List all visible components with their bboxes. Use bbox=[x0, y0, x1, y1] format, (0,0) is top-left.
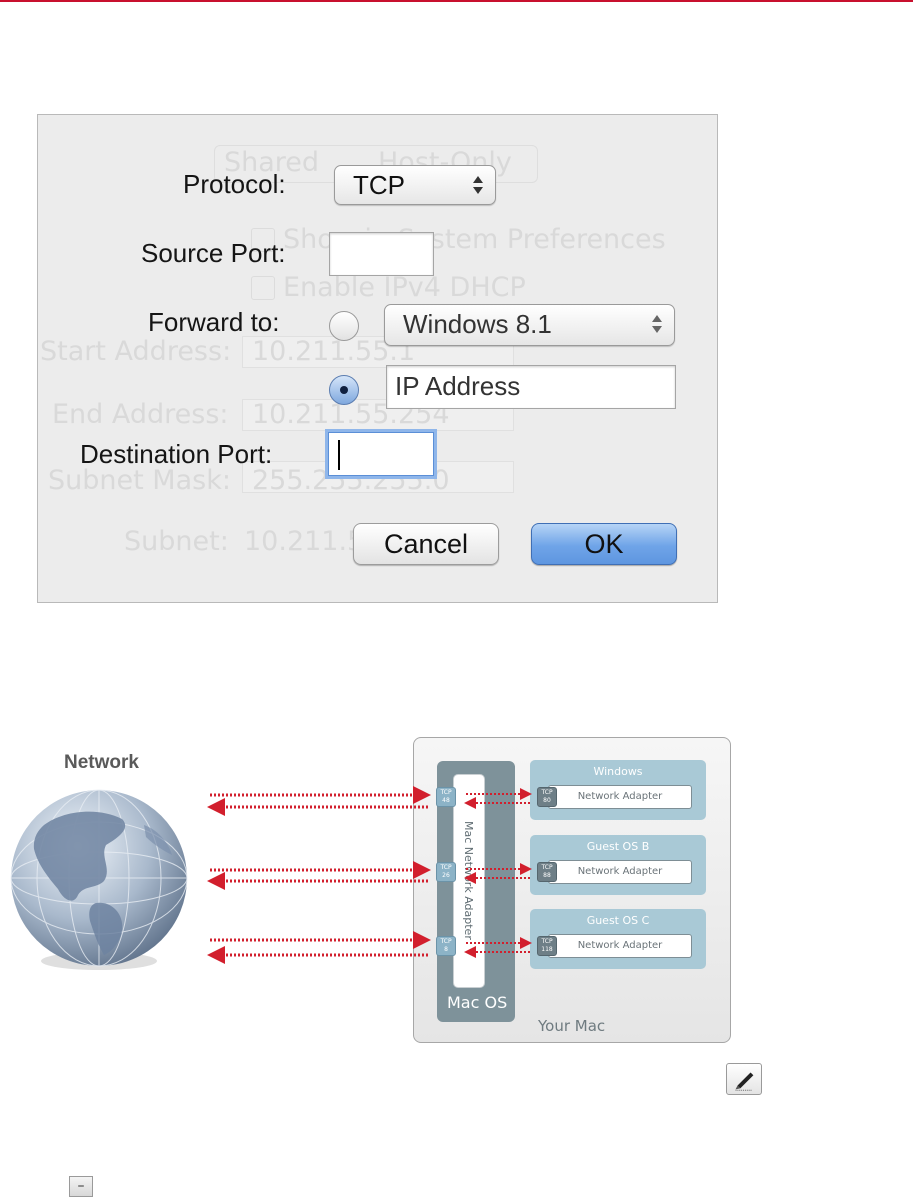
ok-button[interactable]: OK bbox=[531, 523, 677, 565]
source-port-label: Source Port: bbox=[141, 238, 286, 268]
destination-port-field[interactable] bbox=[328, 432, 434, 476]
guest-network-adapter: Network Adapter bbox=[548, 785, 692, 809]
guest-tcp-tag: TCP 118 bbox=[537, 936, 557, 956]
top-rule bbox=[0, 0, 913, 2]
forward-ip-value: IP Address bbox=[395, 371, 521, 401]
guest-name: Guest OS B bbox=[586, 840, 650, 853]
ghost-end-address-label: End Address: bbox=[52, 399, 229, 430]
popup-arrows-icon bbox=[652, 315, 662, 333]
radio-selected-dot bbox=[340, 386, 348, 394]
ghost-checkbox-dhcp bbox=[251, 276, 275, 300]
forward-ip-radio[interactable] bbox=[329, 375, 359, 405]
protocol-label: Protocol: bbox=[183, 169, 286, 199]
pencil-icon bbox=[735, 1072, 754, 1091]
forward-vm-popup[interactable]: Windows 8.1 bbox=[384, 304, 675, 346]
host-tcp-tag: TCP 8 bbox=[436, 936, 456, 956]
cancel-button[interactable]: Cancel bbox=[353, 523, 499, 565]
forward-vm-radio[interactable] bbox=[329, 311, 359, 341]
your-mac-label: Your Mac bbox=[538, 1017, 606, 1035]
guest-tcp-tag: TCP 80 bbox=[537, 787, 557, 807]
mac-network-adapter-label: Mac Network Adapter bbox=[462, 820, 475, 940]
minus-collapse-icon[interactable]: – bbox=[69, 1176, 93, 1197]
guest-tcp-tag: TCP 88 bbox=[537, 862, 557, 882]
ghost-enable-dhcp: Enable IPv4 DHCP bbox=[283, 272, 526, 303]
guest-name: Windows bbox=[593, 765, 643, 778]
popup-arrows-icon bbox=[473, 176, 483, 194]
forward-ip-field[interactable]: IP Address bbox=[386, 365, 676, 409]
ghost-start-address-label: Start Address: bbox=[40, 336, 232, 367]
text-caret bbox=[338, 440, 340, 470]
destination-port-label: Destination Port: bbox=[80, 439, 273, 469]
ghost-subnet-label: Subnet: bbox=[124, 526, 229, 557]
source-port-field[interactable] bbox=[329, 232, 434, 276]
pencil-edit-icon[interactable] bbox=[726, 1063, 762, 1095]
protocol-popup[interactable]: TCP bbox=[334, 165, 496, 205]
guest-name: Guest OS C bbox=[586, 914, 650, 927]
guest-network-adapter: Network Adapter bbox=[548, 934, 692, 958]
macos-label: Mac OS bbox=[447, 993, 508, 1012]
network-label: Network bbox=[64, 752, 139, 773]
protocol-value: TCP bbox=[353, 170, 405, 200]
host-tcp-tag: TCP 48 bbox=[436, 787, 456, 807]
host-tcp-tag: TCP 26 bbox=[436, 862, 456, 882]
guest-network-adapter: Network Adapter bbox=[548, 860, 692, 884]
port-forward-dialog: Shared Host-Only Show in System Preferen… bbox=[37, 114, 718, 603]
globe-icon bbox=[10, 789, 188, 970]
forward-to-label: Forward to: bbox=[148, 307, 280, 337]
forward-vm-value: Windows 8.1 bbox=[403, 309, 552, 339]
